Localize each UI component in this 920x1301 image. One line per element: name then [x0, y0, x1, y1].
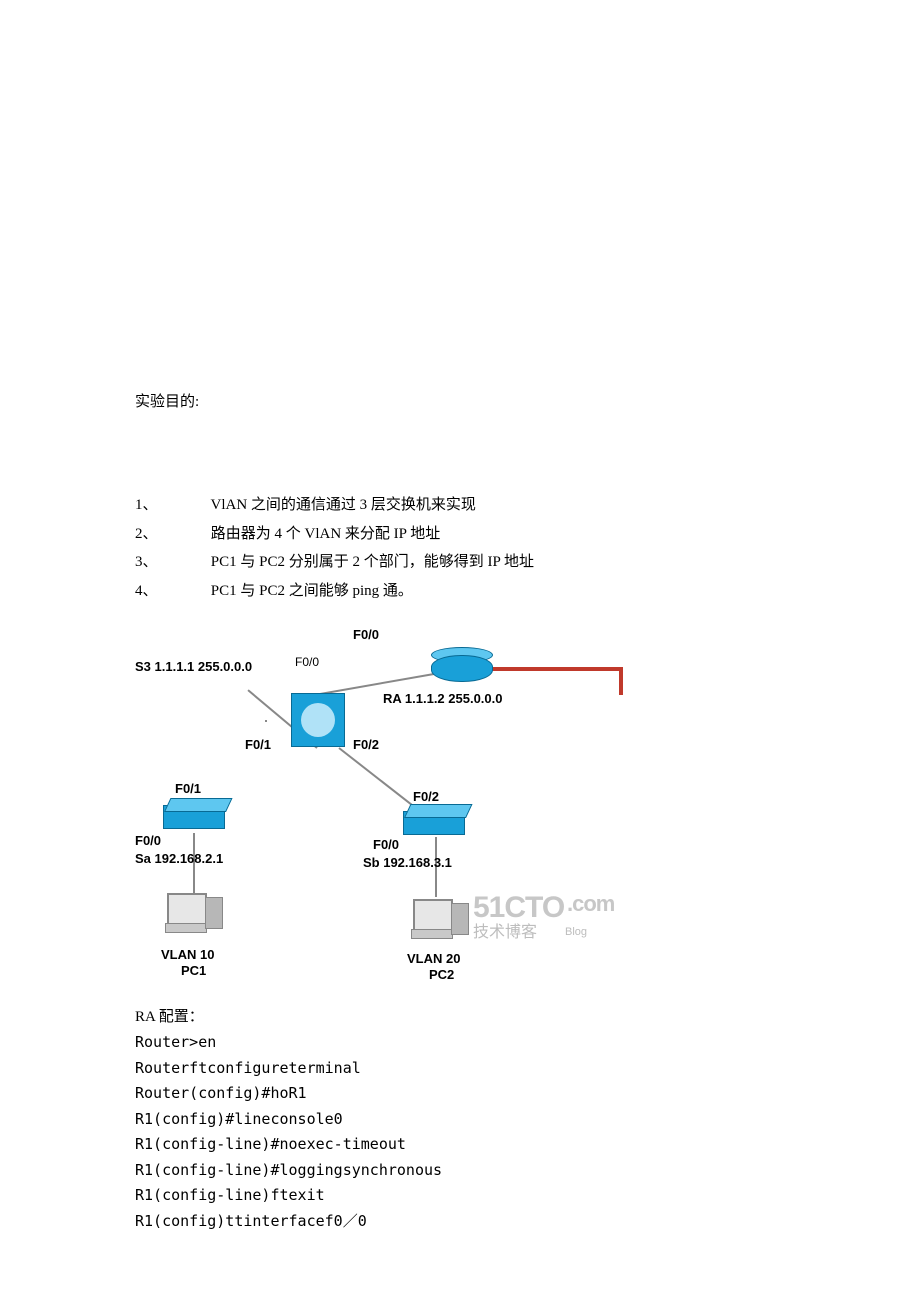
port-label: F0/0 — [353, 627, 379, 642]
port-label: F0/1 — [245, 737, 271, 752]
port-label: F0/2 — [353, 737, 379, 752]
device-label-sa: Sa 192.168.2.1 — [135, 851, 223, 866]
objective-num: 4、 — [135, 577, 207, 606]
objective-item: 1、 VlAN 之间的通信通过 3 层交换机来实现 — [135, 491, 785, 520]
config-line: Router(config)#hoR1 — [135, 1081, 785, 1107]
objective-text: PC1 与 PC2 分别属于 2 个部门，能够得到 IP 地址 — [211, 554, 534, 570]
objective-text: VlAN 之间的通信通过 3 层交换机来实现 — [210, 497, 475, 513]
config-line: Router>en — [135, 1030, 785, 1056]
pc-icon — [451, 903, 469, 935]
device-label-s3: S3 1.1.1.1 255.0.0.0 — [135, 659, 252, 674]
objective-text: PC1 与 PC2 之间能够 ping 通。 — [211, 583, 413, 599]
pc-icon — [413, 899, 453, 931]
device-label-sb: Sb 192.168.3.1 — [363, 855, 452, 870]
wire-wan — [483, 667, 623, 671]
pc-label: PC1 — [181, 963, 206, 978]
vlan-label: VLAN 10 — [161, 947, 214, 962]
config-line: R1(config-line)ftexit — [135, 1183, 785, 1209]
config-line: R1(config)ttinterfacef0／0 — [135, 1209, 785, 1235]
network-diagram: F0/0 S3 1.1.1.1 255.0.0.0 F0/0 RA 1.1.1.… — [135, 625, 625, 1005]
pc-icon — [205, 897, 223, 929]
watermark-text: Blog — [565, 927, 587, 938]
objective-num: 3、 — [135, 548, 207, 577]
watermark-logo: .com — [567, 893, 614, 915]
wire — [265, 720, 267, 722]
config-line: R1(config-line)#noexec-timeout — [135, 1132, 785, 1158]
pc-label: PC2 — [429, 967, 454, 982]
objective-num: 1、 — [135, 491, 207, 520]
wire-wan — [619, 667, 623, 695]
pc-icon — [165, 923, 207, 933]
port-label: F0/1 — [175, 781, 201, 796]
objective-text: 路由器为 4 个 VlAN 来分配 IP 地址 — [211, 526, 440, 542]
objective-num: 2、 — [135, 520, 207, 549]
pc-icon — [411, 929, 453, 939]
objective-item: 4、 PC1 与 PC2 之间能够 ping 通。 — [135, 577, 785, 606]
config-title: RA 配置： — [135, 1005, 785, 1026]
port-label: F0/0 — [135, 833, 161, 848]
switch-icon — [163, 805, 225, 829]
vlan-label: VLAN 20 — [407, 951, 460, 966]
objective-item: 2、 路由器为 4 个 VlAN 来分配 IP 地址 — [135, 520, 785, 549]
pc-icon — [167, 893, 207, 925]
config-line: Routerftconfigureterminal — [135, 1056, 785, 1082]
section-heading: 实验目的: — [135, 390, 785, 411]
watermark-logo: 51CTO — [473, 893, 564, 923]
device-label-ra: RA 1.1.1.2 255.0.0.0 — [383, 691, 503, 706]
config-line: R1(config-line)#loggingsynchronous — [135, 1158, 785, 1184]
objectives-list: 1、 VlAN 之间的通信通过 3 层交换机来实现 2、 路由器为 4 个 Vl… — [135, 491, 785, 605]
port-label: F0/0 — [295, 655, 319, 669]
port-label: F0/0 — [373, 837, 399, 852]
switch-icon — [403, 811, 465, 835]
objective-item: 3、 PC1 与 PC2 分别属于 2 个部门，能够得到 IP 地址 — [135, 548, 785, 577]
config-line: R1(config)#lineconsole0 — [135, 1107, 785, 1133]
watermark-text: 技术博客 — [473, 925, 537, 941]
l3-switch-icon — [291, 693, 345, 747]
config-block: Router>en Routerftconfigureterminal Rout… — [135, 1030, 785, 1234]
router-icon — [431, 655, 493, 682]
port-label: F0/2 — [413, 789, 439, 804]
